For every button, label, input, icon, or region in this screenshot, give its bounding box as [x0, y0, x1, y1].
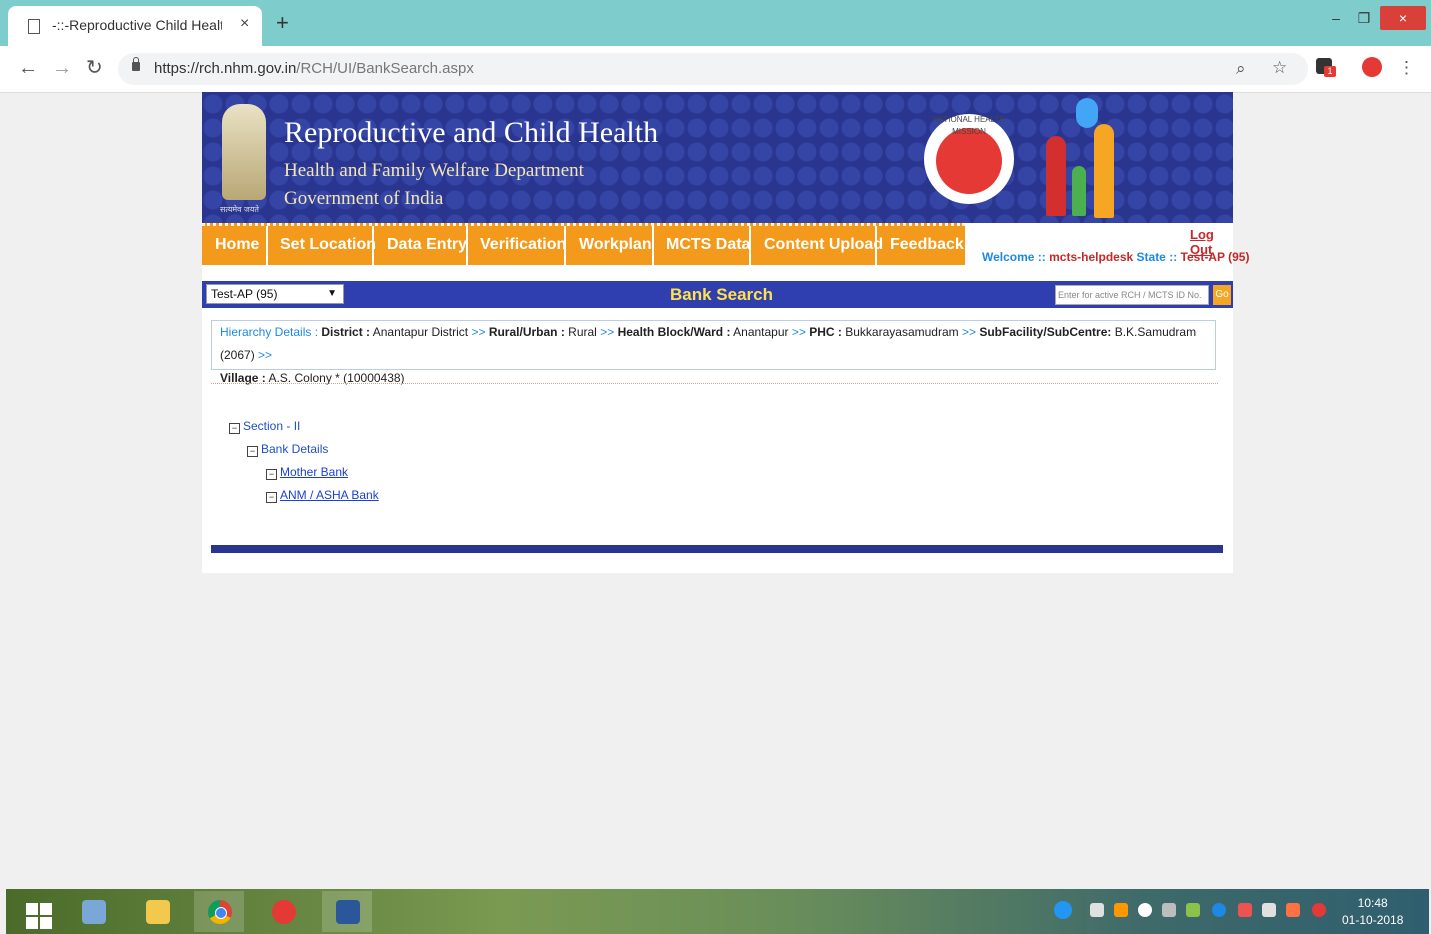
- browser-tabbar: -::-Reproductive Child Health (Rc × + ‒ …: [0, 0, 1431, 46]
- lock-icon: [132, 57, 140, 71]
- menu-mcts-data[interactable]: MCTS Data: [666, 236, 750, 254]
- extension-badge: 1: [1324, 66, 1336, 77]
- browser-tab[interactable]: -::-Reproductive Child Health (Rc ×: [8, 6, 262, 46]
- search-bar: Test-AP (95) ▼ Bank Search Enter for act…: [202, 281, 1233, 308]
- username: mcts-helpdesk: [1049, 250, 1134, 264]
- menu-content-upload[interactable]: Content Upload: [764, 236, 883, 254]
- state-select[interactable]: Test-AP (95) ▼: [206, 284, 344, 304]
- welcome-info: Welcome :: mcts-helpdesk State :: Test-A…: [982, 250, 1250, 264]
- footer-bar: [211, 545, 1223, 553]
- site-subtitle-govt: Government of India: [284, 188, 444, 209]
- menu-feedback[interactable]: Feedback: [890, 236, 964, 254]
- tab-close-icon[interactable]: ×: [240, 15, 249, 33]
- maximize-button[interactable]: ❐: [1352, 6, 1376, 30]
- go-button[interactable]: Go: [1213, 285, 1231, 305]
- taskbar-clock[interactable]: 10:48 01-10-2018: [1342, 895, 1403, 929]
- browser-toolbar: ← → ↻ https://rch.nhm.gov.in/RCH/UI/Bank…: [0, 46, 1431, 93]
- rch-id-input[interactable]: Enter for active RCH / MCTS ID No.: [1055, 285, 1209, 305]
- tree-section-ii[interactable]: − Section - II: [229, 419, 300, 434]
- divider: [211, 383, 1218, 384]
- menu-data-entry[interactable]: Data Entry: [387, 236, 467, 254]
- file-explorer-icon[interactable]: [132, 891, 182, 932]
- chrome-icon[interactable]: [194, 891, 244, 932]
- tree-mother-bank[interactable]: − Mother Bank: [266, 465, 348, 480]
- node-icon: −: [266, 492, 277, 503]
- tree-anm-asha-bank[interactable]: − ANM / ASHA Bank: [266, 488, 379, 503]
- url-text[interactable]: https://rch.nhm.gov.in/RCH/UI/BankSearch…: [154, 60, 474, 77]
- volume-tray-icon[interactable]: [1286, 903, 1300, 917]
- tray-icon-2[interactable]: [1114, 903, 1128, 917]
- state-value: Test-AP (95): [1180, 250, 1250, 264]
- tray-icon-7[interactable]: [1238, 903, 1252, 917]
- new-tab-button[interactable]: +: [276, 12, 289, 34]
- address-bar[interactable]: https://rch.nhm.gov.in/RCH/UI/BankSearch…: [118, 53, 1308, 85]
- site-subtitle-dept: Health and Family Welfare Department: [284, 160, 584, 181]
- page-icon: [28, 19, 40, 34]
- tab-title: -::-Reproductive Child Health (Rc: [52, 17, 222, 33]
- tray-icon-1[interactable]: [1090, 903, 1104, 917]
- dropdown-arrow-icon: ▼: [327, 288, 337, 299]
- emblem-icon: [222, 104, 266, 200]
- tray-icon-8[interactable]: [1312, 903, 1326, 917]
- windows-start-icon[interactable]: [16, 891, 66, 932]
- menu-set-location[interactable]: Set Location: [280, 236, 376, 254]
- back-arrow-icon[interactable]: ←: [18, 56, 38, 80]
- mail-icon[interactable]: [258, 891, 308, 932]
- menu-verification[interactable]: Verification: [480, 236, 566, 254]
- page-container: सत्यमेव जयते Reproductive and Child Heal…: [202, 92, 1249, 573]
- nhm-ring-text: NATIONAL HEALTH MISSION: [932, 115, 1006, 136]
- network-app-icon[interactable]: [68, 891, 118, 932]
- menu-home[interactable]: Home: [215, 236, 259, 254]
- main-menu: Home Set Location Data Entry Verificatio…: [202, 223, 965, 265]
- menu-workplan[interactable]: Workplan: [579, 236, 652, 254]
- tray-icon-4[interactable]: [1162, 903, 1176, 917]
- forward-arrow-icon[interactable]: →: [52, 56, 72, 80]
- extension-icon[interactable]: 1: [1316, 58, 1336, 77]
- page-title: Bank Search: [670, 285, 773, 304]
- network-tray-icon[interactable]: [1262, 903, 1276, 917]
- profile-icon[interactable]: [1362, 57, 1382, 77]
- family-graphic-icon: [1040, 96, 1122, 220]
- info-tray-icon[interactable]: [1054, 901, 1072, 919]
- windows-taskbar: 10:48 01-10-2018: [6, 889, 1429, 934]
- tray-icon-5[interactable]: [1186, 903, 1200, 917]
- collapse-icon[interactable]: −: [229, 423, 240, 434]
- star-icon[interactable]: ☆: [1272, 58, 1287, 78]
- node-icon: −: [266, 469, 277, 480]
- emblem-caption: सत्यमेव जयते: [220, 205, 259, 214]
- hierarchy-details: Hierarchy Details : District : Anantapur…: [211, 320, 1216, 385]
- reload-icon[interactable]: ↻: [86, 56, 103, 80]
- site-banner: सत्यमेव जयते Reproductive and Child Heal…: [202, 92, 1233, 223]
- close-window-button[interactable]: ×: [1380, 6, 1426, 30]
- tree-bank-details[interactable]: − Bank Details: [247, 442, 328, 457]
- collapse-icon[interactable]: −: [247, 446, 258, 457]
- minimize-button[interactable]: ‒: [1324, 6, 1348, 30]
- word-icon[interactable]: [322, 891, 372, 932]
- tray-icon-3[interactable]: [1138, 903, 1152, 917]
- zoom-icon[interactable]: ⌕: [1236, 59, 1246, 79]
- menu-dots-icon[interactable]: ⋮: [1398, 58, 1415, 78]
- nhm-logo: NATIONAL HEALTH MISSION: [924, 114, 1014, 204]
- tray-icon-6[interactable]: [1212, 903, 1226, 917]
- site-title: Reproductive and Child Health: [284, 116, 659, 149]
